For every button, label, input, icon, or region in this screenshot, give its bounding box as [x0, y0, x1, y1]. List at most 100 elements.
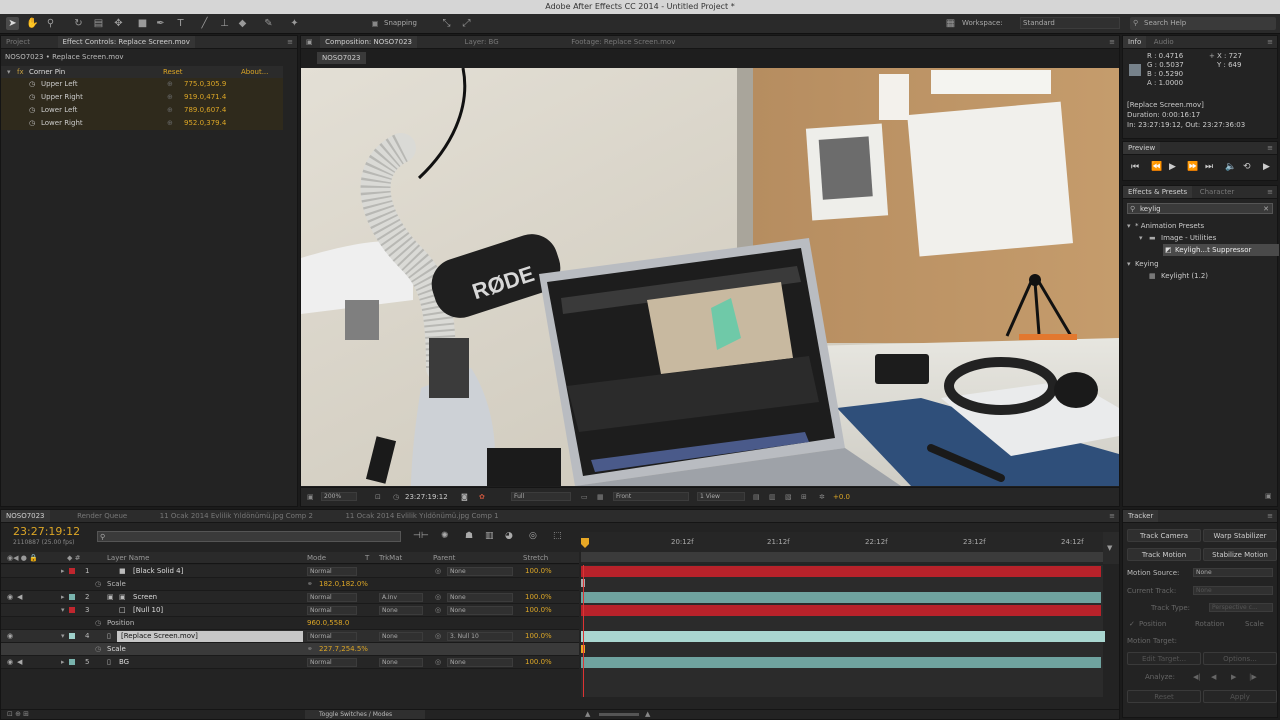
hand-tool-icon[interactable]: ✋: [26, 17, 39, 30]
comp-mini-flowchart-icon[interactable]: ⊣⊢: [413, 532, 429, 541]
motion-blur-icon[interactable]: ◕: [505, 532, 513, 541]
tree-item-selected[interactable]: ◩ Keyligh...t Suppressor: [1163, 244, 1279, 256]
rotate-tool-icon[interactable]: ↻: [72, 17, 85, 30]
layer-row[interactable]: ▸ 1 ■ [Black Solid 4] Normal ◎ None 100.…: [1, 565, 579, 578]
stretch-value[interactable]: 100.0%: [525, 658, 552, 667]
timeline-icon[interactable]: ▧: [785, 493, 792, 502]
track-area[interactable]: [581, 565, 1105, 697]
label-color-swatch[interactable]: [69, 568, 75, 574]
play-icon[interactable]: ▶: [1169, 163, 1176, 172]
clone-stamp-tool-icon[interactable]: ⊥: [218, 17, 231, 30]
zoom-in-icon[interactable]: ▲: [645, 710, 650, 719]
tab-timeline-noso[interactable]: NOSO7023: [1, 510, 50, 522]
zoom-out-icon[interactable]: ▲: [585, 710, 590, 719]
param-value[interactable]: 952.0,379.4: [184, 119, 226, 128]
comp-nav-tab[interactable]: NOSO7023: [317, 52, 366, 64]
column-mode[interactable]: Mode: [307, 554, 326, 563]
tab-audio[interactable]: Audio: [1149, 36, 1179, 48]
analyze-step-icon[interactable]: |▶: [1249, 673, 1257, 682]
blend-mode-dropdown[interactable]: Normal: [307, 632, 357, 641]
panel-menu-icon[interactable]: ≡: [1267, 186, 1273, 198]
view-dropdown[interactable]: Front: [613, 492, 689, 501]
panel-menu-icon[interactable]: ≡: [1267, 36, 1273, 48]
reset-button[interactable]: Reset: [1127, 690, 1201, 703]
ram-preview-icon[interactable]: ▶: [1263, 163, 1270, 172]
layer-name[interactable]: BG: [119, 658, 129, 667]
layer-bar[interactable]: [581, 566, 1101, 577]
effect-about-link[interactable]: About...: [241, 68, 268, 77]
constrain-proportions-icon[interactable]: ⚭: [307, 645, 313, 654]
resolution-dropdown[interactable]: Full: [511, 492, 571, 501]
tree-item[interactable]: ▦ Keylight (1.2): [1123, 270, 1279, 282]
tree-item[interactable]: ▾ * Animation Presets: [1123, 220, 1279, 232]
stretch-value[interactable]: 100.0%: [525, 593, 552, 602]
property-value[interactable]: 960.0,558.0: [307, 619, 349, 628]
frame-blending-icon[interactable]: ▥: [485, 532, 494, 541]
twirl-arrow-icon[interactable]: ▸: [61, 658, 65, 667]
panel-menu-icon[interactable]: ≡: [1267, 510, 1273, 522]
parent-dropdown[interactable]: None: [447, 593, 513, 602]
layer-row-selected[interactable]: ◉ ▾ 4 ▯ [Replace Screen.mov] Normal None…: [1, 630, 579, 643]
snap-icon[interactable]: ⤢: [460, 17, 473, 30]
loop-icon[interactable]: ⟲: [1243, 163, 1251, 172]
pickwhip-icon[interactable]: ◎: [435, 593, 441, 602]
timeline-search-field[interactable]: ⚲: [97, 531, 401, 542]
track-matte-dropdown[interactable]: None: [379, 658, 423, 667]
crosshair-icon[interactable]: ⊕: [167, 119, 173, 128]
track-matte-dropdown[interactable]: None: [379, 606, 423, 615]
track-matte-dropdown[interactable]: None: [379, 632, 423, 641]
param-value[interactable]: 789.0,607.4: [184, 106, 226, 115]
tab-info[interactable]: Info: [1123, 36, 1147, 48]
parent-dropdown[interactable]: None: [447, 658, 513, 667]
layer-bar[interactable]: [581, 592, 1101, 603]
last-frame-icon[interactable]: ⏭: [1205, 163, 1213, 172]
layer-bar[interactable]: [581, 631, 1105, 642]
stopwatch-icon[interactable]: ◷: [95, 580, 101, 589]
puppet-tool-icon[interactable]: ✦: [288, 17, 301, 30]
crosshair-icon[interactable]: ⊕: [167, 80, 173, 89]
edit-target-button[interactable]: Edit Target...: [1127, 652, 1201, 665]
label-color-swatch[interactable]: [69, 607, 75, 613]
blend-mode-dropdown[interactable]: Normal: [307, 658, 357, 667]
type-tool-icon[interactable]: T: [174, 17, 187, 30]
video-eye-icon[interactable]: ◉: [7, 632, 13, 641]
stopwatch-icon[interactable]: ◷: [95, 619, 101, 628]
expand-arrow-icon[interactable]: ▾: [1139, 234, 1143, 243]
stretch-value[interactable]: 100.0%: [525, 606, 552, 615]
toggle-switches-modes-button[interactable]: Toggle Switches / Modes: [305, 710, 425, 719]
shy-layers-icon[interactable]: ☗: [465, 532, 473, 541]
motion-source-dropdown[interactable]: None: [1193, 568, 1273, 577]
show-channel-icon[interactable]: ✿: [479, 493, 485, 502]
comp-marker-icon[interactable]: ▼: [1107, 544, 1112, 553]
brush-tool-icon[interactable]: ╱: [198, 17, 211, 30]
stopwatch-icon[interactable]: ◷: [29, 93, 35, 102]
track-type-dropdown[interactable]: Perspective c...: [1209, 603, 1273, 612]
stretch-value[interactable]: 100.0%: [525, 567, 552, 576]
timeline-scrollbar[interactable]: [1105, 565, 1119, 697]
effects-search-value[interactable]: keylig: [1140, 205, 1161, 214]
exposure-reset-icon[interactable]: ✲: [819, 493, 825, 502]
flowchart-icon[interactable]: ⊞: [801, 493, 807, 502]
pan-behind-tool-icon[interactable]: ✥: [112, 17, 125, 30]
column-stretch[interactable]: Stretch: [523, 554, 548, 563]
crosshair-icon[interactable]: ⊕: [167, 106, 173, 115]
twirl-arrow-icon[interactable]: ▸: [61, 593, 65, 602]
stopwatch-icon[interactable]: ◷: [29, 119, 35, 128]
audio-speaker-icon[interactable]: ◀: [17, 593, 22, 602]
expand-arrow-icon[interactable]: ▾: [1127, 222, 1131, 231]
fx-icon[interactable]: fx: [17, 68, 24, 77]
twirl-arrow-icon[interactable]: ▸: [61, 567, 65, 576]
panel-menu-icon[interactable]: ≡: [1267, 142, 1273, 154]
position-label[interactable]: Position: [1139, 620, 1166, 629]
tab-character[interactable]: Character: [1195, 186, 1240, 198]
blend-mode-dropdown[interactable]: Normal: [307, 606, 357, 615]
stabilize-motion-button[interactable]: Stabilize Motion: [1203, 548, 1277, 561]
workspace-dropdown[interactable]: Standard: [1020, 17, 1120, 29]
parent-dropdown[interactable]: None: [447, 606, 513, 615]
label-color-swatch[interactable]: [69, 633, 75, 639]
video-eye-icon[interactable]: ◉: [7, 658, 13, 667]
pickwhip-icon[interactable]: ◎: [435, 658, 441, 667]
clear-search-icon[interactable]: ✕: [1263, 205, 1269, 214]
snapping-options-icon[interactable]: ⤡: [440, 17, 453, 30]
column-parent[interactable]: Parent: [433, 554, 455, 563]
